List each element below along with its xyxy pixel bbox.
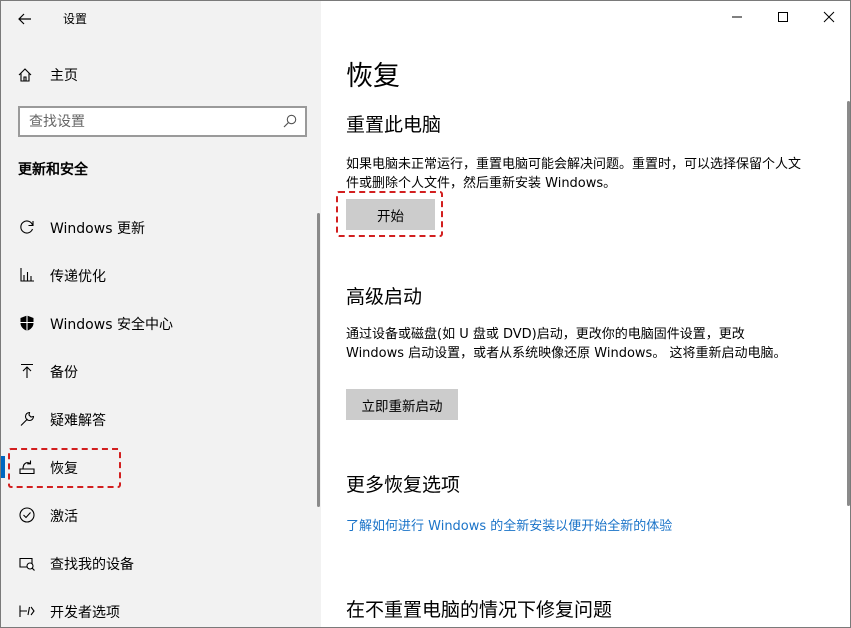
sidebar-item-label: 恢复 xyxy=(50,461,78,477)
advanced-startup-description: 通过设备或磁盘(如 U 盘或 DVD)启动，更改你的电脑固件设置，更改 Wind… xyxy=(346,327,787,361)
sidebar: 设置 主页 更新和安全 Windows 更新 传递优化 Windows 安全中心 xyxy=(1,1,321,627)
upload-arrow-icon xyxy=(21,363,33,378)
active-indicator xyxy=(1,456,5,478)
search-box[interactable] xyxy=(18,106,307,137)
search-icon xyxy=(283,114,297,128)
page-title: 恢复 xyxy=(346,61,400,92)
minimize-icon xyxy=(732,16,742,18)
close-button[interactable] xyxy=(806,1,850,33)
recovery-icon xyxy=(19,460,35,475)
main-content: 恢复 重置此电脑 如果电脑未正常运行，重置电脑可能会解决问题。重置时，可以选择保… xyxy=(321,1,850,627)
sidebar-item-label: 查找我的设备 xyxy=(50,557,134,573)
sidebar-item-developer-options[interactable]: 开发者选项 xyxy=(1,589,319,627)
advanced-startup-heading: 高级启动 xyxy=(346,286,423,308)
sidebar-item-backup[interactable]: 备份 xyxy=(1,349,319,393)
check-circle-icon xyxy=(19,507,35,523)
fix-without-reset-heading: 在不重置电脑的情况下修复问题 xyxy=(346,599,613,621)
section-title: 更新和安全 xyxy=(18,162,88,178)
back-arrow-icon xyxy=(18,13,31,25)
sidebar-item-label: 激活 xyxy=(50,509,78,525)
settings-window: 设置 主页 更新和安全 Windows 更新 传递优化 Windows 安全中心 xyxy=(0,0,851,628)
wrench-icon xyxy=(20,411,35,426)
sidebar-item-label: Windows 更新 xyxy=(50,221,145,237)
refresh-icon xyxy=(20,220,34,234)
fresh-install-link[interactable]: 了解如何进行 Windows 的全新安装以便开始全新的体验 xyxy=(346,515,672,534)
main-scrollbar[interactable] xyxy=(847,101,850,506)
restart-now-button[interactable]: 立即重新启动 xyxy=(346,389,458,420)
sidebar-item-security-center[interactable]: Windows 安全中心 xyxy=(1,301,319,345)
home-icon xyxy=(18,68,32,82)
sidebar-item-label: 开发者选项 xyxy=(50,605,120,621)
home-nav[interactable]: 主页 xyxy=(17,64,78,86)
window-title: 设置 xyxy=(63,12,88,26)
sidebar-item-find-my-device[interactable]: 查找我的设备 xyxy=(1,541,319,585)
sidebar-item-activation[interactable]: 激活 xyxy=(1,493,319,537)
sidebar-item-label: 传递优化 xyxy=(50,269,106,285)
reset-start-button[interactable]: 开始 xyxy=(346,199,435,230)
sidebar-scrollbar[interactable] xyxy=(317,213,320,507)
sidebar-item-label: 备份 xyxy=(50,365,78,381)
sidebar-item-label: 疑难解答 xyxy=(50,413,106,429)
delivery-optimization-icon xyxy=(20,268,34,282)
maximize-icon xyxy=(778,12,788,22)
find-device-icon xyxy=(19,557,35,571)
maximize-button[interactable] xyxy=(760,1,806,33)
sidebar-item-windows-update[interactable]: Windows 更新 xyxy=(1,205,319,249)
more-recovery-heading: 更多恢复选项 xyxy=(346,474,461,496)
home-label: 主页 xyxy=(50,68,78,84)
reset-heading: 重置此电脑 xyxy=(346,114,442,136)
back-button[interactable] xyxy=(11,5,39,33)
search-input[interactable] xyxy=(29,112,269,132)
reset-description: 如果电脑未正常运行，重置电脑可能会解决问题。重置时，可以选择保留个人文件或删除个… xyxy=(346,157,802,191)
minimize-button[interactable] xyxy=(714,1,760,33)
sidebar-item-troubleshoot[interactable]: 疑难解答 xyxy=(1,397,319,441)
sidebar-item-recovery[interactable]: 恢复 xyxy=(1,445,319,489)
sidebar-item-label: Windows 安全中心 xyxy=(50,317,173,333)
shield-icon xyxy=(20,315,34,331)
close-icon xyxy=(823,11,835,23)
developer-icon xyxy=(19,605,35,617)
sidebar-item-delivery-optimization[interactable]: 传递优化 xyxy=(1,253,319,297)
